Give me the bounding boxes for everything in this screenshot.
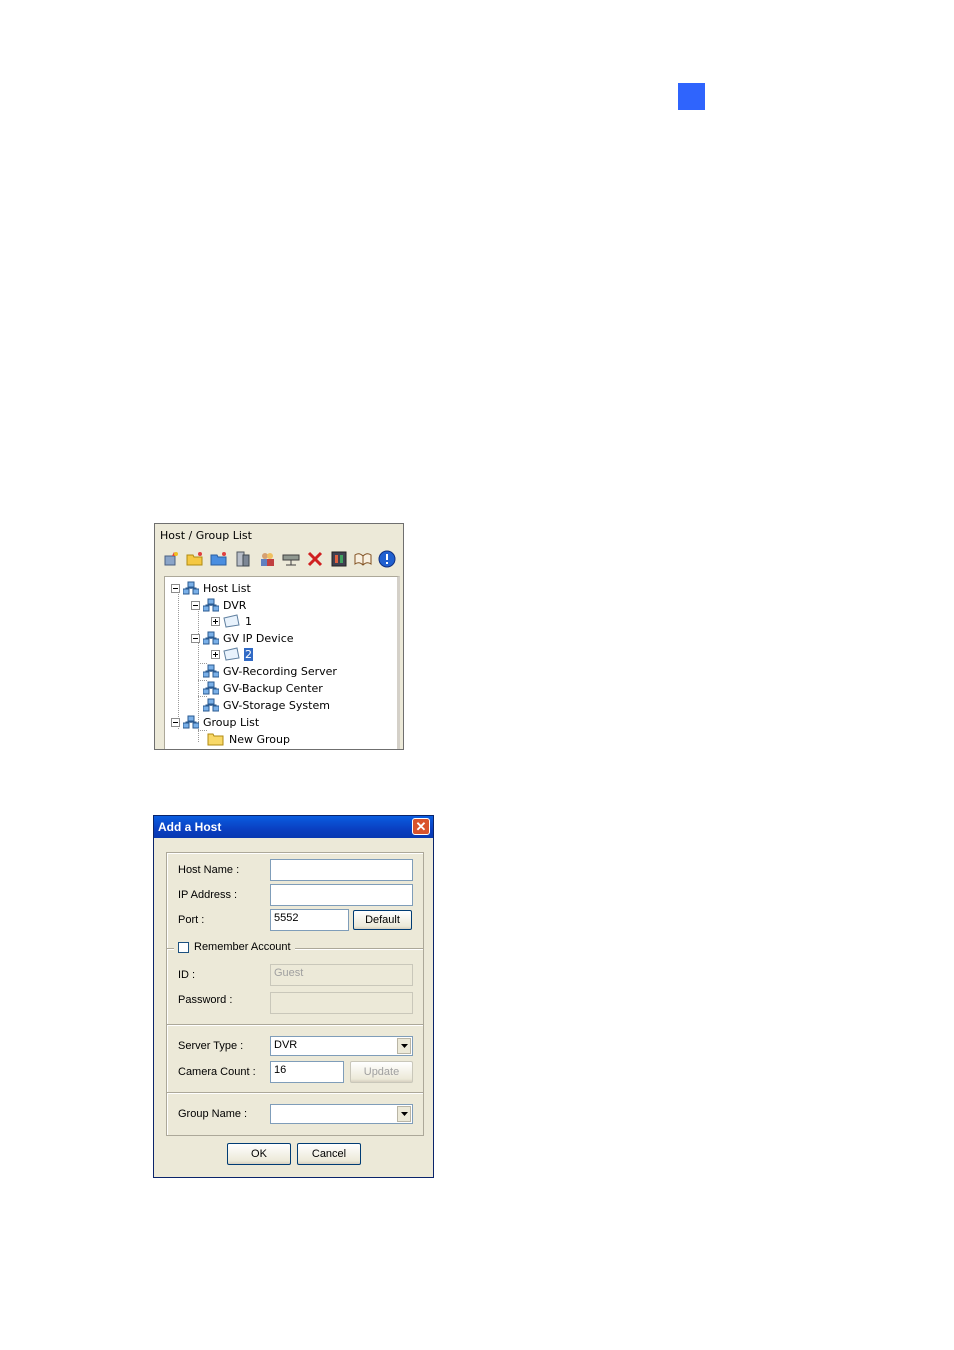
book-icon[interactable] bbox=[352, 548, 373, 569]
id-input[interactable]: Guest bbox=[270, 964, 413, 986]
network-hosts-icon bbox=[183, 581, 199, 595]
tree-label: 1 bbox=[245, 614, 252, 628]
tree-node-gv-backup-center[interactable]: GV-Backup Center bbox=[203, 680, 324, 696]
default-button[interactable]: Default bbox=[353, 910, 412, 930]
host-name-label: Host Name : bbox=[178, 864, 240, 876]
tree-node-gv-ip-2[interactable]: 2 bbox=[211, 646, 253, 662]
monitor-icon bbox=[223, 647, 240, 661]
collapse-icon[interactable] bbox=[171, 717, 180, 727]
tree-label: Group List bbox=[203, 715, 260, 729]
dialog-title-bar: Add a Host ✕ bbox=[154, 816, 433, 838]
section-divider bbox=[167, 1024, 423, 1026]
password-label: Password : bbox=[178, 994, 233, 1006]
update-button[interactable]: Update bbox=[350, 1061, 413, 1083]
tree-node-gv-storage-system[interactable]: GV-Storage System bbox=[203, 697, 331, 713]
close-icon[interactable]: ✕ bbox=[412, 818, 430, 835]
expand-icon[interactable] bbox=[211, 649, 220, 659]
network-hosts-icon bbox=[203, 698, 219, 712]
tree-label: New Group bbox=[229, 732, 290, 746]
network-hosts-icon bbox=[203, 598, 219, 612]
camera-count-input[interactable]: 16 bbox=[270, 1061, 344, 1083]
host-name-input[interactable] bbox=[270, 859, 413, 881]
monitor-icon bbox=[223, 614, 240, 628]
ok-button[interactable]: OK bbox=[227, 1143, 291, 1165]
remember-account-group: Remember Account bbox=[174, 941, 295, 953]
group-name-select[interactable] bbox=[270, 1104, 413, 1124]
host-group-list-panel: Host / Group List Host List DVR 1 GV IP … bbox=[154, 523, 404, 750]
info-icon[interactable] bbox=[376, 548, 397, 569]
tree-label: GV-Backup Center bbox=[223, 681, 323, 695]
collapse-icon[interactable] bbox=[191, 633, 200, 643]
add-host-dialog: Add a Host ✕ Host Name : IP Address : Po… bbox=[153, 815, 434, 1178]
collapse-icon[interactable] bbox=[171, 583, 180, 593]
host-tree[interactable]: Host List DVR 1 GV IP Device 2 GV-Record… bbox=[164, 576, 400, 749]
server-type-label: Server Type : bbox=[178, 1040, 244, 1052]
user-group-icon[interactable] bbox=[256, 548, 277, 569]
film-icon[interactable] bbox=[328, 548, 349, 569]
network-hosts-icon bbox=[203, 664, 219, 678]
cancel-button[interactable]: Cancel bbox=[297, 1143, 361, 1165]
group-name-label: Group Name : bbox=[178, 1108, 248, 1120]
tree-node-gv-ip-device[interactable]: GV IP Device bbox=[191, 630, 295, 646]
panel-toolbar bbox=[160, 548, 397, 570]
page-marker bbox=[678, 83, 705, 110]
tree-node-gv-recording-server[interactable]: GV-Recording Server bbox=[203, 663, 338, 679]
chevron-down-icon[interactable] bbox=[397, 1106, 411, 1122]
tree-label: GV-Recording Server bbox=[223, 664, 337, 678]
port-label: Port : bbox=[178, 914, 205, 926]
server-type-value: DVR bbox=[274, 1039, 298, 1051]
tree-label: GV-Storage System bbox=[223, 698, 330, 712]
port-input[interactable]: 5552 bbox=[270, 909, 349, 931]
camera-count-label: Camera Count : bbox=[178, 1066, 256, 1078]
chevron-down-icon[interactable] bbox=[397, 1038, 411, 1054]
ip-address-input[interactable] bbox=[270, 884, 413, 906]
tree-label: Host List bbox=[203, 581, 251, 595]
folder-icon[interactable] bbox=[208, 548, 229, 569]
collapse-icon[interactable] bbox=[191, 600, 200, 610]
remember-account-checkbox[interactable] bbox=[178, 941, 189, 953]
dialog-title: Add a Host bbox=[158, 820, 222, 834]
network-hosts-icon bbox=[183, 715, 199, 729]
tree-node-group-list[interactable]: Group List bbox=[171, 714, 260, 730]
network-icon[interactable] bbox=[280, 548, 301, 569]
network-hosts-icon bbox=[203, 631, 219, 645]
ip-address-label: IP Address : bbox=[178, 889, 238, 901]
tree-label-selected: 2 bbox=[244, 647, 253, 661]
server-icon[interactable] bbox=[232, 548, 253, 569]
remember-account-label: Remember Account bbox=[194, 941, 291, 953]
add-host-icon[interactable] bbox=[160, 548, 181, 569]
panel-title: Host / Group List bbox=[160, 529, 252, 542]
section-divider bbox=[167, 1092, 423, 1094]
tree-node-new-group[interactable]: New Group bbox=[207, 731, 291, 747]
server-type-select[interactable]: DVR bbox=[270, 1036, 413, 1056]
open-folder-icon[interactable] bbox=[184, 548, 205, 569]
expand-icon[interactable] bbox=[211, 616, 220, 626]
tree-label: GV IP Device bbox=[223, 631, 294, 645]
network-hosts-icon bbox=[203, 681, 219, 695]
tree-node-dvr[interactable]: DVR bbox=[191, 597, 247, 613]
tree-label: DVR bbox=[223, 598, 247, 612]
delete-icon[interactable] bbox=[304, 548, 325, 569]
tree-node-host-list[interactable]: Host List bbox=[171, 580, 252, 596]
tree-node-dvr-1[interactable]: 1 bbox=[211, 613, 253, 629]
folder-icon bbox=[207, 733, 224, 746]
id-label: ID : bbox=[178, 969, 196, 981]
password-input[interactable] bbox=[270, 992, 413, 1014]
